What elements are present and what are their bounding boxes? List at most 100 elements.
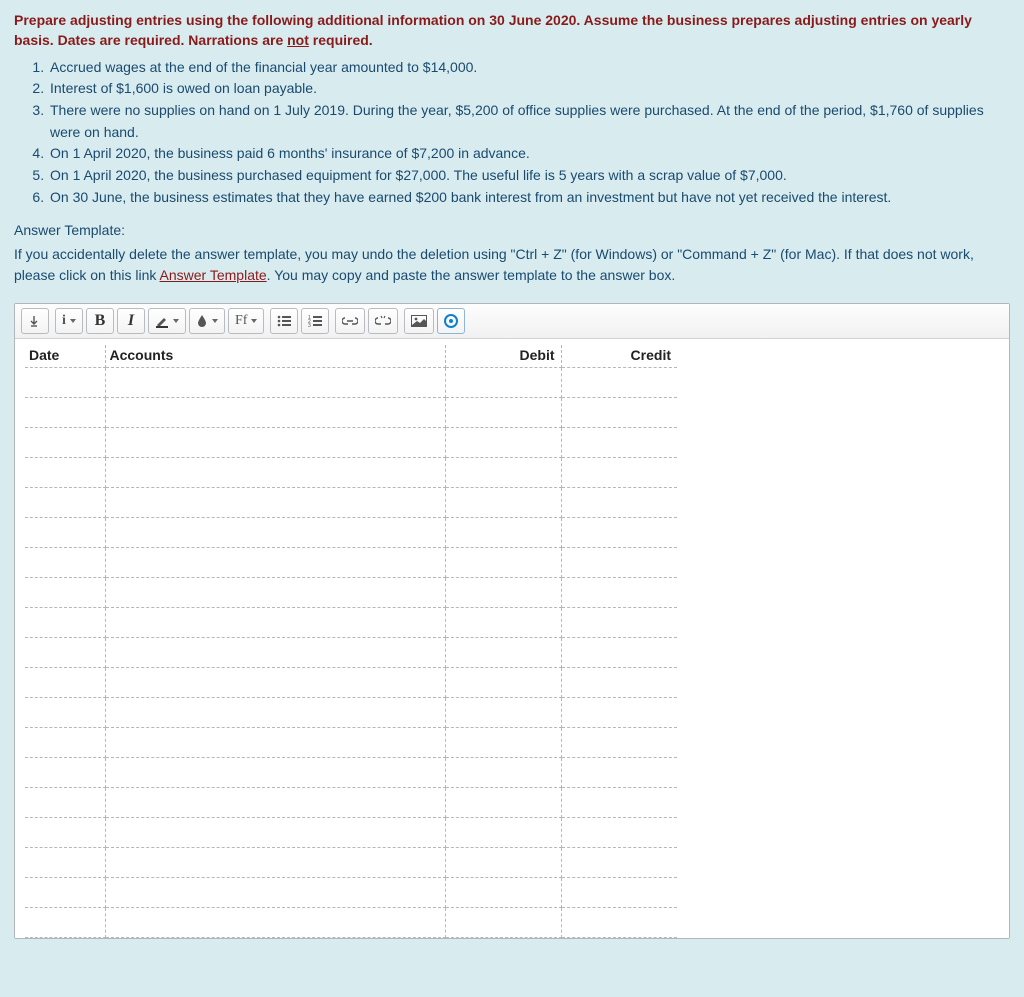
remove-link-button[interactable] bbox=[368, 308, 398, 334]
table-cell[interactable] bbox=[105, 758, 445, 788]
table-cell[interactable] bbox=[105, 428, 445, 458]
table-cell[interactable] bbox=[561, 878, 677, 908]
table-cell[interactable] bbox=[561, 608, 677, 638]
table-cell[interactable] bbox=[105, 488, 445, 518]
table-row[interactable] bbox=[25, 488, 677, 518]
table-cell[interactable] bbox=[445, 788, 561, 818]
table-row[interactable] bbox=[25, 428, 677, 458]
unordered-list-button[interactable] bbox=[270, 308, 298, 334]
insert-image-button[interactable] bbox=[404, 308, 434, 334]
table-cell[interactable] bbox=[25, 878, 105, 908]
table-row[interactable] bbox=[25, 668, 677, 698]
table-cell[interactable] bbox=[561, 398, 677, 428]
table-row[interactable] bbox=[25, 398, 677, 428]
answer-template-link[interactable]: Answer Template bbox=[160, 267, 267, 283]
table-cell[interactable] bbox=[25, 398, 105, 428]
table-row[interactable] bbox=[25, 848, 677, 878]
table-cell[interactable] bbox=[105, 458, 445, 488]
table-cell[interactable] bbox=[445, 578, 561, 608]
table-cell[interactable] bbox=[561, 638, 677, 668]
table-cell[interactable] bbox=[445, 488, 561, 518]
table-cell[interactable] bbox=[445, 608, 561, 638]
table-cell[interactable] bbox=[445, 638, 561, 668]
table-row[interactable] bbox=[25, 758, 677, 788]
table-cell[interactable] bbox=[25, 788, 105, 818]
table-cell[interactable] bbox=[445, 698, 561, 728]
table-row[interactable] bbox=[25, 638, 677, 668]
table-row[interactable] bbox=[25, 818, 677, 848]
table-cell[interactable] bbox=[25, 548, 105, 578]
table-cell[interactable] bbox=[105, 668, 445, 698]
table-cell[interactable] bbox=[561, 668, 677, 698]
insert-link-button[interactable] bbox=[335, 308, 365, 334]
table-row[interactable] bbox=[25, 788, 677, 818]
answer-table[interactable]: Date Accounts Debit Credit bbox=[25, 345, 677, 938]
table-cell[interactable] bbox=[561, 578, 677, 608]
table-cell[interactable] bbox=[25, 578, 105, 608]
table-row[interactable] bbox=[25, 728, 677, 758]
table-cell[interactable] bbox=[561, 848, 677, 878]
style-dropdown[interactable]: i bbox=[55, 308, 83, 334]
table-cell[interactable] bbox=[25, 668, 105, 698]
table-cell[interactable] bbox=[561, 548, 677, 578]
table-cell[interactable] bbox=[445, 428, 561, 458]
table-cell[interactable] bbox=[105, 908, 445, 938]
table-cell[interactable] bbox=[25, 458, 105, 488]
record-button[interactable] bbox=[437, 308, 465, 334]
table-cell[interactable] bbox=[105, 548, 445, 578]
table-row[interactable] bbox=[25, 578, 677, 608]
table-cell[interactable] bbox=[445, 878, 561, 908]
table-row[interactable] bbox=[25, 878, 677, 908]
table-cell[interactable] bbox=[561, 518, 677, 548]
table-cell[interactable] bbox=[561, 728, 677, 758]
table-cell[interactable] bbox=[105, 578, 445, 608]
table-cell[interactable] bbox=[445, 848, 561, 878]
table-cell[interactable] bbox=[105, 788, 445, 818]
table-cell[interactable] bbox=[445, 458, 561, 488]
table-cell[interactable] bbox=[561, 908, 677, 938]
table-cell[interactable] bbox=[105, 818, 445, 848]
table-cell[interactable] bbox=[561, 698, 677, 728]
table-cell[interactable] bbox=[561, 428, 677, 458]
table-cell[interactable] bbox=[25, 908, 105, 938]
background-color-dropdown[interactable] bbox=[189, 308, 225, 334]
bold-button[interactable]: B bbox=[86, 308, 114, 334]
table-cell[interactable] bbox=[445, 668, 561, 698]
text-color-dropdown[interactable] bbox=[148, 308, 186, 334]
table-cell[interactable] bbox=[105, 878, 445, 908]
table-cell[interactable] bbox=[561, 368, 677, 398]
editor-content-area[interactable]: Date Accounts Debit Credit bbox=[15, 339, 1009, 938]
table-cell[interactable] bbox=[105, 398, 445, 428]
table-cell[interactable] bbox=[105, 638, 445, 668]
code-view-button[interactable] bbox=[21, 308, 49, 334]
table-cell[interactable] bbox=[25, 638, 105, 668]
table-cell[interactable] bbox=[105, 698, 445, 728]
table-row[interactable] bbox=[25, 548, 677, 578]
ordered-list-button[interactable]: 1 2 3 bbox=[301, 308, 329, 334]
table-cell[interactable] bbox=[25, 488, 105, 518]
table-cell[interactable] bbox=[25, 608, 105, 638]
table-cell[interactable] bbox=[105, 728, 445, 758]
table-cell[interactable] bbox=[25, 818, 105, 848]
table-cell[interactable] bbox=[445, 728, 561, 758]
table-cell[interactable] bbox=[25, 518, 105, 548]
table-row[interactable] bbox=[25, 458, 677, 488]
table-cell[interactable] bbox=[445, 758, 561, 788]
table-cell[interactable] bbox=[445, 548, 561, 578]
table-cell[interactable] bbox=[105, 848, 445, 878]
table-cell[interactable] bbox=[25, 698, 105, 728]
table-cell[interactable] bbox=[105, 368, 445, 398]
table-cell[interactable] bbox=[25, 728, 105, 758]
table-cell[interactable] bbox=[445, 368, 561, 398]
table-cell[interactable] bbox=[25, 368, 105, 398]
table-cell[interactable] bbox=[105, 518, 445, 548]
table-cell[interactable] bbox=[561, 458, 677, 488]
table-row[interactable] bbox=[25, 908, 677, 938]
table-cell[interactable] bbox=[561, 488, 677, 518]
table-row[interactable] bbox=[25, 698, 677, 728]
table-cell[interactable] bbox=[445, 818, 561, 848]
italic-button[interactable]: I bbox=[117, 308, 145, 334]
table-cell[interactable] bbox=[25, 758, 105, 788]
table-cell[interactable] bbox=[445, 518, 561, 548]
table-row[interactable] bbox=[25, 518, 677, 548]
